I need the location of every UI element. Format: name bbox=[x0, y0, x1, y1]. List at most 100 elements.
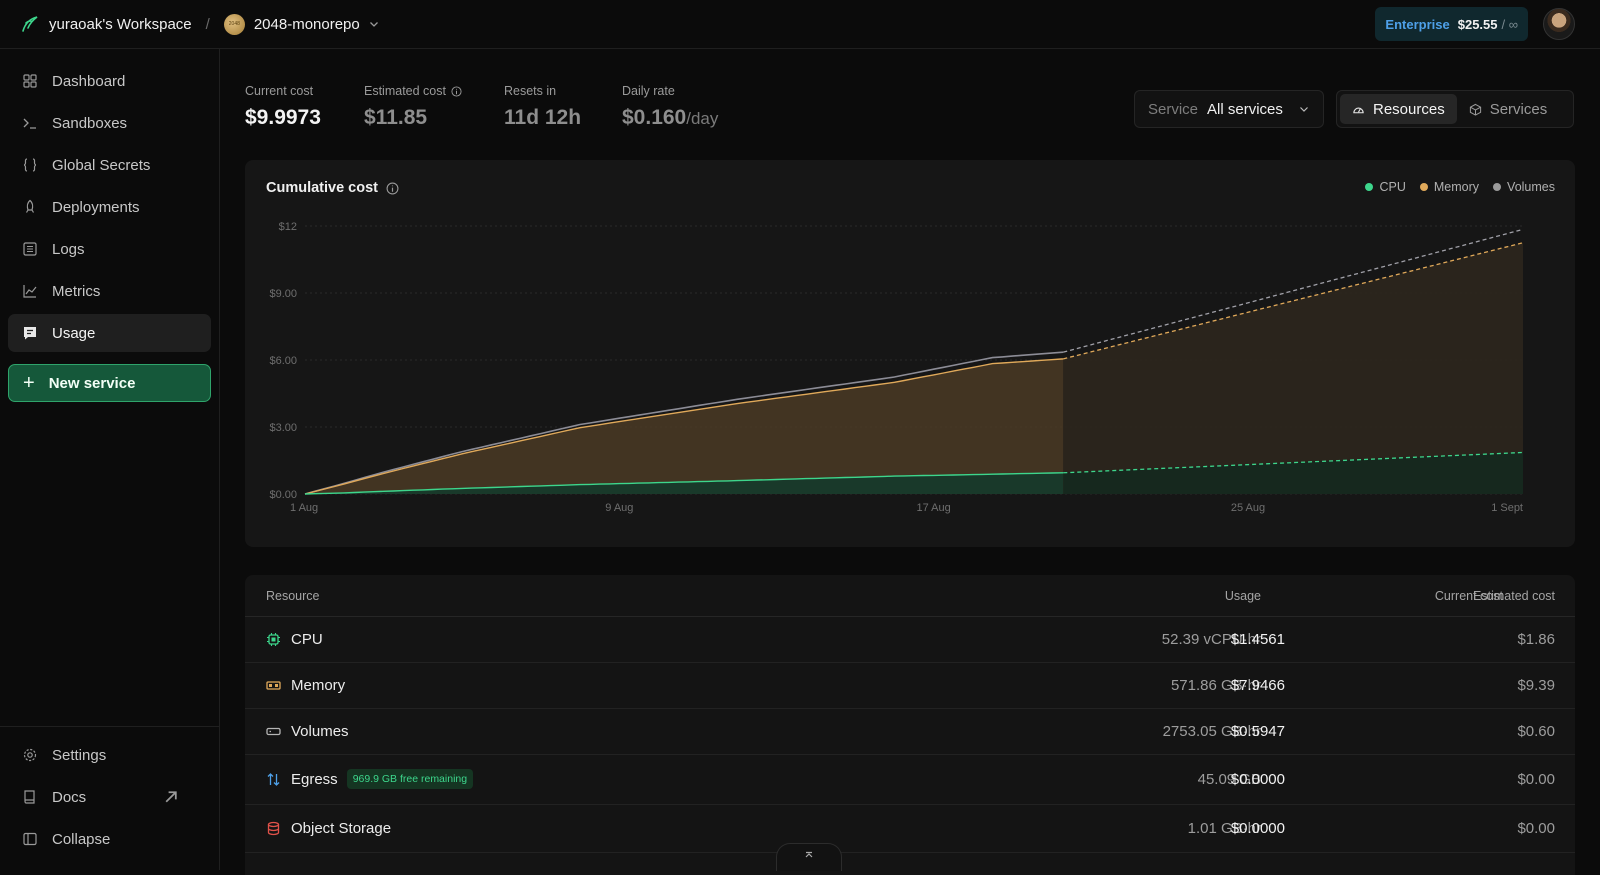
legend-dot bbox=[1365, 183, 1374, 191]
legend-label: Memory bbox=[1433, 180, 1480, 194]
chevron-down-icon bbox=[369, 22, 378, 27]
service-filter-label: Service bbox=[1148, 100, 1199, 118]
resource-name: Volumes bbox=[291, 723, 349, 740]
cumulative-cost-chart: $0.00 $3.00 $6.00 $9.00 $12 1 Aug 9 Aug 17 Aug 2… bbox=[245, 160, 1575, 547]
resource-usage-table: Resource Usage Current cost Estimated co… bbox=[245, 575, 1575, 875]
table-header: Resource Usage Current cost Estimated co… bbox=[245, 575, 1575, 617]
resource-estimated-cost: $1.86 bbox=[1517, 631, 1555, 648]
sidebar-item-label: Logs bbox=[52, 240, 85, 258]
sidebar-item-label: Collapse bbox=[52, 830, 111, 848]
workspace-name: yuraoak's Workspace bbox=[49, 15, 192, 33]
resource-current-cost: $0.0000 bbox=[1230, 820, 1285, 837]
resource-estimated-cost: $0.00 bbox=[1517, 820, 1555, 837]
new-service-button[interactable]: + New service bbox=[8, 364, 211, 402]
chevron-down-icon bbox=[1300, 107, 1308, 112]
arrows-updown-icon bbox=[267, 772, 280, 786]
stat-current-cost: Current cost $9.9973 bbox=[245, 84, 321, 130]
sidebar-item-label: Usage bbox=[52, 324, 96, 342]
stat-value: $0.160 bbox=[622, 106, 687, 129]
resource-estimated-cost: $9.39 bbox=[1517, 677, 1555, 694]
sidebar-item-settings[interactable]: Settings bbox=[8, 736, 211, 774]
info-icon[interactable] bbox=[386, 182, 399, 195]
resource-current-cost: $1.4561 bbox=[1230, 631, 1285, 648]
gear-icon bbox=[23, 748, 37, 762]
line-chart-icon bbox=[23, 285, 37, 298]
sidebar-item-global-secrets[interactable]: Global Secrets bbox=[8, 146, 211, 184]
resource-name: Object Storage bbox=[291, 820, 392, 837]
stat-label: Daily rate bbox=[622, 84, 675, 98]
sidebar-item-docs[interactable]: Docs bbox=[8, 778, 211, 816]
y-tick-label: $12 bbox=[279, 221, 297, 233]
sidebar-item-metrics[interactable]: Metrics bbox=[8, 272, 211, 310]
database-icon bbox=[267, 821, 280, 836]
project-name: 2048-monorepo bbox=[253, 15, 360, 33]
chart-legend: CPU Memory Volumes bbox=[1351, 180, 1555, 194]
resource-current-cost: $0.5947 bbox=[1230, 723, 1285, 740]
stat-label: Estimated cost bbox=[364, 84, 446, 98]
sidebar-item-deployments[interactable]: Deployments bbox=[8, 188, 211, 226]
view-services-button[interactable]: Services bbox=[1457, 94, 1560, 124]
sidebar-item-label: Docs bbox=[52, 788, 87, 806]
scroll-to-top-button[interactable] bbox=[776, 843, 842, 871]
sidebar-item-dashboard[interactable]: Dashboard bbox=[8, 62, 211, 100]
view-services-label: Services bbox=[1489, 100, 1548, 118]
x-tick-label: 17 Aug bbox=[917, 502, 951, 514]
table-row: Object Storage 1.01 GB·hr $0.0000 $0.00 bbox=[245, 805, 1575, 853]
legend-item-volumes[interactable]: Volumes bbox=[1493, 180, 1555, 194]
chevrons-up-icon bbox=[805, 851, 813, 858]
sidebar-item-sandboxes[interactable]: Sandboxes bbox=[8, 104, 211, 142]
table-row: Egress 969.9 GB free remaining 45.09 GB … bbox=[245, 755, 1575, 805]
stat-label: Resets in bbox=[504, 84, 557, 98]
resource-current-cost: $7.9466 bbox=[1230, 677, 1285, 694]
legend-item-memory[interactable]: Memory bbox=[1419, 180, 1480, 194]
rocket-icon bbox=[25, 199, 35, 213]
memory-area bbox=[305, 358, 1064, 494]
view-resources-label: Resources bbox=[1373, 100, 1445, 118]
disk-icon bbox=[266, 727, 281, 736]
gauge-icon bbox=[1353, 107, 1364, 113]
new-service-label: New service bbox=[48, 374, 136, 392]
plus-icon: + bbox=[23, 372, 35, 394]
stat-resets-in: Resets in 11d 12h bbox=[504, 84, 581, 130]
plan-amount: $25.55 bbox=[1457, 16, 1498, 32]
x-tick-label: 1 Sept bbox=[1491, 502, 1523, 514]
legend-label: CPU bbox=[1379, 180, 1406, 194]
sidebar-item-logs[interactable]: Logs bbox=[8, 230, 211, 268]
sidebar-item-label: Dashboard bbox=[52, 72, 126, 90]
sidebar-item-usage[interactable]: Usage bbox=[8, 314, 211, 352]
service-filter-select[interactable]: Service All services bbox=[1134, 90, 1324, 128]
stat-estimated-cost: Estimated cost $11.85 bbox=[364, 84, 462, 130]
y-tick-label: $3.00 bbox=[269, 422, 297, 434]
legend-item-cpu[interactable]: CPU bbox=[1365, 180, 1406, 194]
service-filter-value: All services bbox=[1207, 100, 1283, 118]
column-header-estimated-cost: Estimated cost bbox=[1473, 589, 1555, 603]
sidebar-collapse-icon bbox=[23, 832, 37, 846]
cpu-icon bbox=[267, 633, 280, 646]
view-resources-button[interactable]: Resources bbox=[1340, 94, 1457, 124]
project-switcher[interactable]: 2048 2048-monorepo bbox=[223, 13, 380, 35]
sidebar-item-label: Sandboxes bbox=[52, 114, 128, 132]
user-avatar[interactable] bbox=[1543, 8, 1575, 40]
sidebar: Dashboard Sandboxes Global Secrets Deplo… bbox=[0, 49, 220, 870]
legend-label: Volumes bbox=[1507, 180, 1555, 194]
y-tick-label: $6.00 bbox=[269, 355, 297, 367]
free-remaining-badge: 969.9 GB free remaining bbox=[346, 769, 474, 789]
sidebar-item-label: Global Secrets bbox=[52, 156, 151, 174]
info-icon[interactable] bbox=[451, 85, 462, 97]
chart-title: Cumulative cost bbox=[266, 180, 378, 196]
workspace-switcher[interactable]: yuraoak's Workspace bbox=[20, 14, 192, 34]
resource-name: Egress bbox=[291, 770, 338, 788]
y-tick-label: $9.00 bbox=[269, 288, 297, 300]
plan-usage-badge[interactable]: Enterprise $25.55 / ∞ bbox=[1375, 7, 1528, 41]
stat-value: 11d 12h bbox=[504, 106, 582, 129]
column-header-resource: Resource bbox=[266, 589, 320, 603]
x-tick-label: 25 Aug bbox=[1231, 502, 1265, 514]
x-tick-label: 9 Aug bbox=[605, 502, 633, 514]
plan-limit: / ∞ bbox=[1501, 16, 1519, 32]
stat-value: $11.85 bbox=[364, 106, 428, 129]
sidebar-item-collapse[interactable]: Collapse bbox=[8, 820, 211, 858]
receipt-icon bbox=[24, 327, 36, 340]
terminal-icon bbox=[23, 118, 36, 129]
y-tick-label: $0.00 bbox=[269, 489, 297, 501]
chart-canvas: $0.00 $3.00 $6.00 $9.00 $12 1 Aug 9 Aug 17 Aug 2… bbox=[269, 221, 1524, 514]
